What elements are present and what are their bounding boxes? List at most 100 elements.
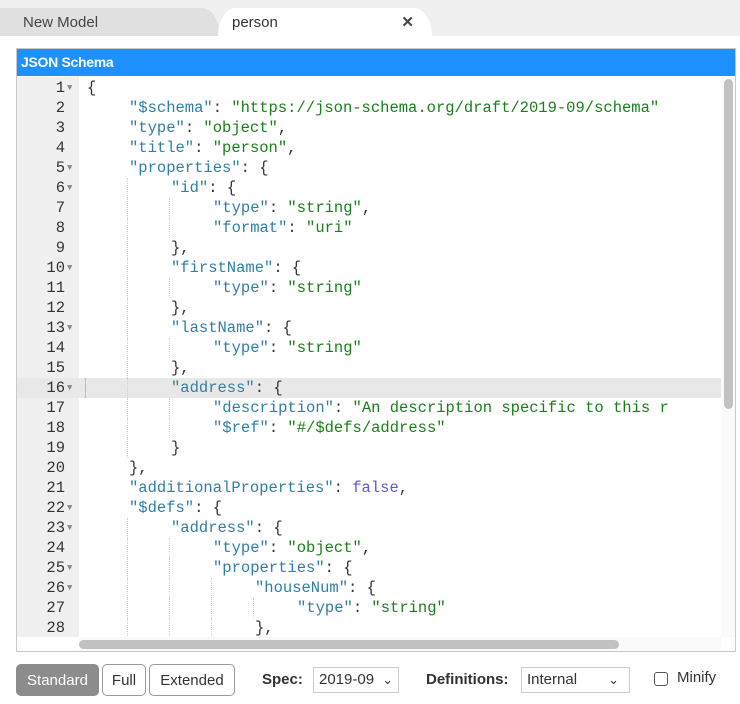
definitions-label: Definitions: bbox=[426, 671, 509, 688]
spec-select[interactable]: 2019-09 ⌄ bbox=[313, 667, 399, 693]
code-line[interactable]: 12}, bbox=[17, 298, 721, 318]
code-text: }, bbox=[171, 359, 190, 377]
indent-guide bbox=[169, 598, 170, 618]
code-line[interactable]: 24 "type": "object", bbox=[17, 538, 721, 558]
tab-new-model[interactable]: New Model bbox=[0, 8, 220, 36]
bottom-toolbar: Standard Full Extended Spec: 2019-09 ⌄ D… bbox=[16, 664, 736, 698]
code-line[interactable]: 10 ▼ "firstName": { bbox=[17, 258, 721, 278]
code-line[interactable]: 6 ▼ "id": { bbox=[17, 178, 721, 198]
indent-guide bbox=[127, 298, 128, 318]
definitions-value: Internal bbox=[527, 671, 578, 688]
fold-arrow-icon[interactable]: ▼ bbox=[67, 78, 72, 98]
indent-guide bbox=[127, 318, 128, 338]
code-text: } bbox=[171, 439, 181, 457]
fold-arrow-icon[interactable]: ▼ bbox=[67, 578, 72, 598]
line-number: 2 bbox=[55, 99, 65, 117]
code-text: "$ref": "#/$defs/address" bbox=[213, 419, 446, 437]
indent-guide bbox=[127, 418, 128, 438]
code-line[interactable]: 23 ▼ "address": { bbox=[17, 518, 721, 538]
fold-arrow-icon[interactable]: ▼ bbox=[67, 498, 72, 518]
indent-guide bbox=[211, 618, 212, 637]
line-number: 8 bbox=[55, 219, 65, 237]
code-text: "firstName": { bbox=[171, 259, 302, 277]
indent-guide bbox=[127, 278, 128, 298]
indent-guide bbox=[127, 618, 128, 637]
line-number: 21 bbox=[46, 479, 65, 497]
indent-guide bbox=[127, 558, 128, 578]
indent-guide bbox=[211, 578, 212, 598]
code-line[interactable]: 15}, bbox=[17, 358, 721, 378]
vertical-scrollbar-thumb[interactable] bbox=[724, 79, 733, 409]
code-line[interactable]: 25 ▼ "properties": { bbox=[17, 558, 721, 578]
tab-bar: New Model person ✕ bbox=[0, 0, 740, 36]
line-number: 20 bbox=[46, 459, 65, 477]
line-number: 25 bbox=[46, 559, 65, 577]
code-line[interactable]: 22 ▼ "$defs": { bbox=[17, 498, 721, 518]
indent-guide bbox=[127, 538, 128, 558]
vertical-scrollbar[interactable] bbox=[721, 77, 735, 637]
code-text: "type": "string" bbox=[213, 279, 362, 297]
fold-arrow-icon[interactable]: ▼ bbox=[67, 178, 72, 198]
line-number: 26 bbox=[46, 579, 65, 597]
line-number: 19 bbox=[46, 439, 65, 457]
close-icon[interactable]: ✕ bbox=[401, 13, 414, 31]
indent-guide bbox=[127, 338, 128, 358]
code-line[interactable]: 1 ▼ { bbox=[17, 78, 721, 98]
code-line[interactable]: 2 "$schema": "https://json-schema.org/dra… bbox=[17, 98, 721, 118]
line-number: 6 bbox=[55, 179, 65, 197]
extended-button[interactable]: Extended bbox=[149, 664, 235, 696]
code-text: "address": { bbox=[171, 379, 283, 397]
line-number: 15 bbox=[46, 359, 65, 377]
code-line[interactable]: 14 "type": "string" bbox=[17, 338, 721, 358]
indent-guide bbox=[127, 518, 128, 538]
code-text: "type": "object", bbox=[213, 539, 372, 557]
code-line[interactable]: 4 "title": "person", bbox=[17, 138, 721, 158]
minify-checkbox[interactable] bbox=[654, 672, 668, 686]
line-number: 12 bbox=[46, 299, 65, 317]
code-line[interactable]: 19} bbox=[17, 438, 721, 458]
fold-arrow-icon[interactable]: ▼ bbox=[67, 258, 72, 278]
tab-label: person bbox=[232, 13, 278, 31]
spec-label: Spec: bbox=[262, 671, 303, 688]
code-text: "description": "An description specific … bbox=[213, 399, 669, 417]
indent-guide bbox=[127, 378, 128, 398]
line-number: 23 bbox=[46, 519, 65, 537]
indent-guide bbox=[169, 578, 170, 598]
full-button[interactable]: Full bbox=[102, 664, 146, 696]
horizontal-scrollbar-thumb[interactable] bbox=[79, 640, 619, 649]
code-line[interactable]: 21 "additionalProperties": false, bbox=[17, 478, 721, 498]
code-text: "type": "string", bbox=[213, 199, 372, 217]
fold-arrow-icon[interactable]: ▼ bbox=[67, 558, 72, 578]
horizontal-scrollbar[interactable] bbox=[79, 637, 721, 651]
fold-arrow-icon[interactable]: ▼ bbox=[67, 378, 72, 398]
code-line[interactable]: 8 "format": "uri" bbox=[17, 218, 721, 238]
tab-person[interactable]: person ✕ bbox=[218, 8, 432, 36]
definitions-select[interactable]: Internal ⌄ bbox=[521, 667, 630, 693]
code-line[interactable]: 9}, bbox=[17, 238, 721, 258]
code-line[interactable]: 26 ▼ "houseNum": { bbox=[17, 578, 721, 598]
code-line[interactable]: 5 ▼ "properties": { bbox=[17, 158, 721, 178]
code-line[interactable]: 3 "type": "object", bbox=[17, 118, 721, 138]
code-line[interactable]: 11 "type": "string" bbox=[17, 278, 721, 298]
code-line[interactable]: 17 "description": "An description specifi… bbox=[17, 398, 721, 418]
standard-button[interactable]: Standard bbox=[16, 664, 99, 696]
indent-guide bbox=[127, 218, 128, 238]
code-text: "title": "person", bbox=[129, 139, 297, 157]
code-line[interactable]: 27 "type": "string" bbox=[17, 598, 721, 618]
code-line[interactable]: 16 ▼ "address": { bbox=[17, 378, 721, 398]
fold-arrow-icon[interactable]: ▼ bbox=[67, 518, 72, 538]
fold-arrow-icon[interactable]: ▼ bbox=[67, 158, 72, 178]
code-line[interactable]: 20}, bbox=[17, 458, 721, 478]
code-line[interactable]: 13 ▼ "lastName": { bbox=[17, 318, 721, 338]
fold-arrow-icon[interactable]: ▼ bbox=[67, 318, 72, 338]
code-line[interactable]: 28}, bbox=[17, 618, 721, 637]
indent-guide bbox=[127, 398, 128, 418]
code-text: "address": { bbox=[171, 519, 283, 537]
minify-label[interactable]: Minify bbox=[677, 669, 716, 686]
code-editor[interactable]: 1 ▼{2 "$schema": "https://json-schema.org/… bbox=[17, 77, 721, 637]
code-text: { bbox=[87, 79, 97, 97]
line-number: 1 bbox=[55, 79, 65, 97]
code-line[interactable]: 18 "$ref": "#/$defs/address" bbox=[17, 418, 721, 438]
code-line[interactable]: 7 "type": "string", bbox=[17, 198, 721, 218]
code-text: }, bbox=[171, 239, 190, 257]
